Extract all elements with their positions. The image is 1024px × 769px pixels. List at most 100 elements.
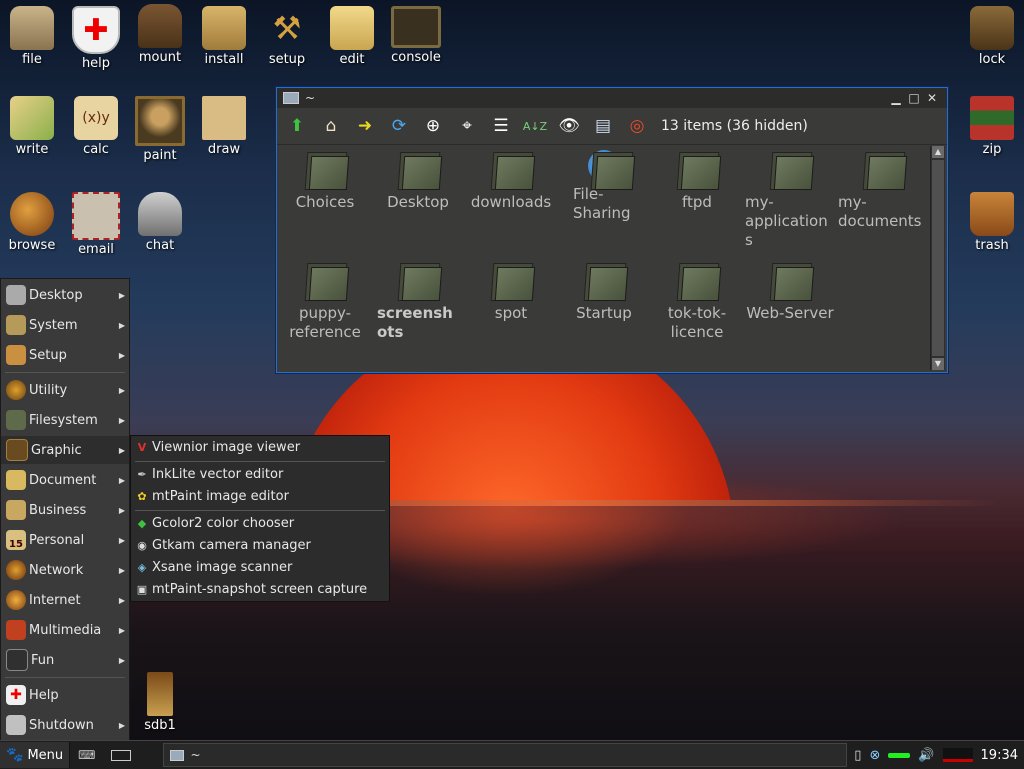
volume-icon[interactable]: 🔊: [918, 748, 934, 763]
submenu-item-inklite[interactable]: ✒ InkLite vector editor: [135, 464, 385, 484]
desktop-icon-setup[interactable]: ⚒ setup: [252, 6, 322, 67]
file-item-tok-tok-licence[interactable]: tok-tok- licence: [652, 261, 742, 342]
desktop-icon-edit[interactable]: edit: [317, 6, 387, 67]
menu-item-multimedia[interactable]: Multimedia ▶: [1, 616, 129, 644]
vertical-scrollbar[interactable]: ▲ ▼: [930, 146, 945, 370]
scroll-up-icon[interactable]: ▲: [932, 146, 944, 158]
battery-icon[interactable]: [888, 752, 911, 758]
window-titlebar[interactable]: ~ ▁ □ ✕: [277, 88, 947, 108]
file-item-startup[interactable]: Startup: [559, 261, 649, 323]
file-item-spot[interactable]: spot: [466, 261, 556, 323]
desktop-icon-browse[interactable]: browse: [0, 192, 67, 253]
file-item-file-sharing[interactable]: File- Sharing: [559, 150, 649, 223]
desktop-icon-help[interactable]: ✚ help: [61, 6, 131, 71]
menu-item-network[interactable]: Network ▶: [1, 556, 129, 584]
menu-item-system[interactable]: System ▶: [1, 311, 129, 339]
network-status-icon[interactable]: ⊗: [869, 748, 880, 763]
target-icon[interactable]: ⌖: [455, 114, 479, 138]
scanner-icon: ◈: [137, 560, 147, 574]
menu-item-personal[interactable]: 15 Personal ▶: [1, 526, 129, 554]
desktop-icon-email[interactable]: email: [61, 192, 131, 257]
desktop-icon-zip[interactable]: zip: [957, 96, 1024, 157]
desktop-icon-install[interactable]: install: [189, 6, 259, 67]
globe-icon: [6, 590, 26, 610]
list-view-icon[interactable]: ☰: [489, 114, 513, 138]
sort-az-icon[interactable]: A↓Z: [523, 114, 547, 138]
file-item-choices[interactable]: Choices: [280, 150, 370, 212]
menu-item-utility[interactable]: Utility ▶: [1, 376, 129, 404]
desktop-icon-draw[interactable]: draw: [189, 96, 259, 157]
desktop-icon-paint[interactable]: paint: [125, 96, 195, 163]
menu-item-business[interactable]: Business ▶: [1, 496, 129, 524]
menu-item-document[interactable]: Document ▶: [1, 466, 129, 494]
desktop-icon-file[interactable]: file: [0, 6, 67, 67]
submenu-arrow-icon: ▶: [118, 720, 125, 730]
file-item-web-server[interactable]: Web-Server: [745, 261, 835, 323]
game-icon: [6, 649, 28, 671]
refresh-icon[interactable]: ⟳: [387, 114, 411, 138]
books-icon: [970, 96, 1014, 140]
desktop-icon-console[interactable]: console: [381, 6, 451, 65]
desktop-icon-chat[interactable]: chat: [125, 192, 195, 253]
home-icon[interactable]: ⌂: [319, 114, 343, 138]
submenu-item-mtpaint[interactable]: ✿ mtPaint image editor: [135, 486, 385, 506]
keyboard-icon[interactable]: ⌨: [78, 748, 95, 762]
crossed-tools-icon: ⚒: [272, 9, 302, 47]
desktop-icon-mount[interactable]: mount: [125, 4, 195, 65]
submenu-item-mtpaint-snapshot[interactable]: ▣ mtPaint-snapshot screen capture: [135, 579, 385, 599]
close-button[interactable]: ✕: [923, 91, 941, 105]
lifebuoy-icon[interactable]: ◎: [625, 114, 649, 138]
up-arrow-icon[interactable]: ⬆: [285, 114, 309, 138]
submenu-item-viewnior[interactable]: V Viewnior image viewer: [135, 437, 385, 457]
detail-view-icon[interactable]: ▤: [591, 114, 615, 138]
menu-button[interactable]: 🐾 Menu: [0, 742, 71, 768]
desktop-icon-calc[interactable]: (x)y calc: [61, 96, 131, 157]
show-desktop-icon[interactable]: [111, 749, 132, 761]
desktop-icon-write[interactable]: write: [0, 96, 67, 157]
knight-helmet-icon: [138, 192, 182, 236]
submenu-arrow-icon: ▶: [118, 565, 125, 575]
clipboard-icon[interactable]: ▯: [854, 748, 861, 763]
menu-item-shutdown[interactable]: Shutdown ▶: [1, 711, 129, 739]
file-item-my-applications[interactable]: my- application s: [745, 150, 835, 250]
desktop-icon-trash[interactable]: trash: [957, 192, 1024, 253]
folder-icon: [767, 150, 813, 190]
file-item-puppy-reference[interactable]: puppy- reference: [280, 261, 370, 342]
scrollbar-thumb[interactable]: [932, 160, 944, 356]
taskbar: 🐾 Menu ⌨ ~ ▯ ⊗ 🔊 19:34: [0, 740, 1024, 769]
desktop-icon-lock[interactable]: lock: [957, 6, 1024, 67]
menu-item-setup[interactable]: Setup ▶: [1, 341, 129, 369]
vitruvian-icon: [202, 96, 246, 140]
file-grid: Choices Desktop downloads File- Sharing …: [277, 146, 927, 370]
file-item-ftpd[interactable]: ftpd: [652, 150, 742, 212]
menu-item-desktop[interactable]: Desktop ▶: [1, 281, 129, 309]
minimize-button[interactable]: ▁: [887, 91, 905, 105]
folder-icon: [488, 261, 534, 301]
clock[interactable]: 19:34: [981, 748, 1018, 763]
menu-item-fun[interactable]: Fun ▶: [1, 646, 129, 674]
menu-item-filesystem[interactable]: Filesystem ▶: [1, 406, 129, 434]
maximize-button[interactable]: □: [905, 91, 923, 105]
submenu-item-xsane[interactable]: ◈ Xsane image scanner: [135, 557, 385, 577]
desktop-icon-sdb1[interactable]: sdb1: [125, 672, 195, 733]
file-manager-window[interactable]: ~ ▁ □ ✕ ⬆ ⌂ ➜ ⟳ ⊕ ⌖ ☰ A↓Z 👁 ▤ ◎ 13 items…: [276, 87, 948, 373]
scroll-down-icon[interactable]: ▼: [932, 358, 944, 370]
graphic-submenu: V Viewnior image viewer ✒ InkLite vector…: [130, 435, 390, 602]
menu-item-help[interactable]: ✚ Help: [1, 681, 129, 709]
folder-icon: [302, 150, 348, 190]
go-icon[interactable]: ➜: [353, 114, 377, 138]
submenu-arrow-icon: ▶: [118, 475, 125, 485]
file-item-downloads[interactable]: downloads: [466, 150, 556, 212]
taskbar-window-button[interactable]: ~: [163, 743, 848, 767]
submenu-item-gtkam[interactable]: ◉ Gtkam camera manager: [135, 535, 385, 555]
menu-item-graphic[interactable]: Graphic ▶: [1, 436, 129, 464]
file-item-my-documents[interactable]: my- documents: [838, 150, 928, 231]
file-item-screenshots[interactable]: screensh ots: [373, 261, 463, 342]
start-menu: Desktop ▶ System ▶ Setup ▶ Utility ▶ Filesys…: [0, 278, 130, 742]
menu-item-internet[interactable]: Internet ▶: [1, 586, 129, 614]
eye-icon[interactable]: 👁: [557, 114, 581, 138]
zoom-in-icon[interactable]: ⊕: [421, 114, 445, 138]
file-item-desktop[interactable]: Desktop: [373, 150, 463, 212]
folder-icon: [767, 261, 813, 301]
submenu-item-gcolor2[interactable]: ◆ Gcolor2 color chooser: [135, 513, 385, 533]
